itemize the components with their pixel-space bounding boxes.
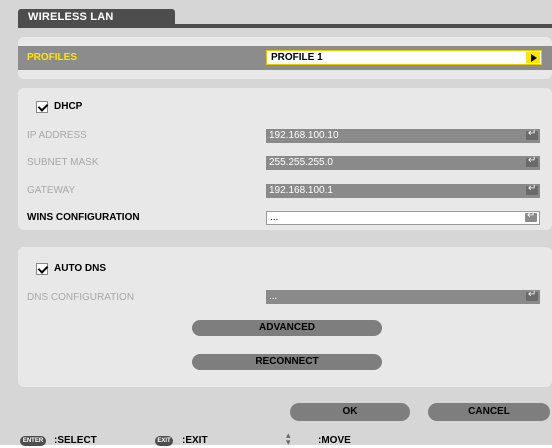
enter-icon bbox=[526, 183, 538, 195]
profile-value: PROFILE 1 bbox=[271, 52, 323, 63]
profiles-label: PROFILES bbox=[27, 52, 78, 63]
auto-dns-label: AUTO DNS bbox=[54, 263, 107, 274]
exit-hint: :EXIT bbox=[182, 435, 208, 446]
subnet-mask-label: SUBNET MASK bbox=[27, 157, 99, 168]
cancel-button[interactable]: CANCEL bbox=[428, 403, 550, 421]
wins-configuration-value: ... bbox=[270, 212, 279, 223]
enter-icon bbox=[526, 289, 538, 301]
wins-configuration-field[interactable]: ... bbox=[266, 210, 540, 225]
advanced-button[interactable]: ADVANCED bbox=[192, 320, 382, 336]
play-arrow-icon[interactable] bbox=[526, 52, 540, 63]
dns-configuration-field[interactable]: ... bbox=[266, 289, 540, 304]
title-bar bbox=[18, 24, 552, 28]
gateway-value: 192.168.100.1 bbox=[269, 185, 333, 196]
subnet-mask-value: 255.255.255.0 bbox=[269, 157, 333, 168]
dns-configuration-value: ... bbox=[269, 291, 278, 302]
ok-button[interactable]: OK bbox=[290, 403, 410, 421]
wireless-lan-dialog: WIRELESS LAN PROFILES PROFILE 1 DHCP IP … bbox=[0, 0, 552, 448]
window-title: WIRELESS LAN bbox=[28, 11, 114, 23]
gateway-label: GATEWAY bbox=[27, 185, 76, 196]
enter-icon bbox=[525, 210, 537, 222]
dhcp-checkbox[interactable] bbox=[36, 101, 48, 113]
enter-icon bbox=[526, 128, 538, 140]
subnet-mask-field[interactable]: 255.255.255.0 bbox=[266, 155, 540, 170]
reconnect-button[interactable]: RECONNECT bbox=[192, 354, 382, 370]
ip-address-value: 192.168.100.10 bbox=[269, 130, 339, 141]
dhcp-label: DHCP bbox=[54, 101, 83, 112]
footer-hints: ENTER :SELECT EXIT :EXIT ▴ ▾ :MOVE bbox=[18, 432, 552, 448]
auto-dns-checkbox[interactable] bbox=[36, 263, 48, 275]
wins-configuration-label: WINS CONFIGURATION bbox=[27, 212, 140, 223]
move-hint: :MOVE bbox=[318, 435, 351, 446]
select-hint: :SELECT bbox=[54, 435, 97, 446]
dns-configuration-label: DNS CONFIGURATION bbox=[27, 292, 135, 303]
profile-select[interactable]: PROFILE 1 bbox=[266, 50, 542, 65]
enter-icon bbox=[526, 155, 538, 167]
profiles-row[interactable]: PROFILES PROFILE 1 bbox=[18, 46, 552, 70]
ip-address-field[interactable]: 192.168.100.10 bbox=[266, 128, 540, 143]
ip-address-label: IP ADDRESS bbox=[27, 130, 87, 141]
gateway-field[interactable]: 192.168.100.1 bbox=[266, 183, 540, 198]
